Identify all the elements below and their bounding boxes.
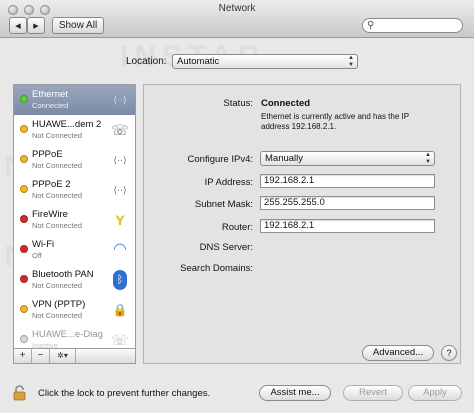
service-status: Not Connected xyxy=(32,281,83,290)
router-label: Router: xyxy=(221,222,253,233)
back-arrow-icon: ◀ xyxy=(15,23,21,30)
search-icon: ⚲ xyxy=(367,20,375,31)
service-item-vpn-pptp[interactable]: VPN (PPTP) Not Connected 🔒 xyxy=(14,295,135,325)
lock-icon[interactable] xyxy=(13,385,26,401)
service-status: Off xyxy=(32,251,42,260)
status-dot xyxy=(20,125,28,133)
service-status: Not Connected xyxy=(32,311,83,320)
service-name: VPN (PPTP) xyxy=(32,299,86,310)
service-status: Not Connected xyxy=(32,221,83,230)
location-select[interactable]: Automatic ▲ ▼ xyxy=(172,54,358,69)
status-dot xyxy=(20,245,28,253)
service-name: PPPoE xyxy=(32,149,63,160)
status-dot xyxy=(20,215,28,223)
status-label: Status: xyxy=(223,98,253,109)
dns-server-label: DNS Server: xyxy=(199,242,253,253)
detail-pane: Status: Connected Ethernet is currently … xyxy=(143,84,461,364)
configure-ipv4-select[interactable]: Manually ▲ ▼ xyxy=(260,151,435,166)
service-name: PPPoE 2 xyxy=(32,179,71,190)
service-name: Ethernet xyxy=(32,89,68,100)
search-input[interactable] xyxy=(379,20,459,32)
status-description-line2: address 192.168.2.1. xyxy=(261,122,337,131)
service-status: Not Connected xyxy=(32,131,83,140)
service-name: Bluetooth PAN xyxy=(32,269,94,280)
apply-button[interactable]: Apply xyxy=(408,385,462,401)
firewire-icon: Y xyxy=(115,212,125,228)
status-dot xyxy=(20,305,28,313)
service-item-huawei-modem-2[interactable]: HUAWE...dem 2 Not Connected ☏ xyxy=(14,115,135,145)
assist-me-button[interactable]: Assist me... xyxy=(259,385,331,401)
service-status: Connected xyxy=(32,101,69,110)
bluetooth-icon: ᛒ xyxy=(113,270,127,290)
service-item-bluetooth-pan[interactable]: Bluetooth PAN Not Connected ᛒ xyxy=(14,265,135,295)
revert-button[interactable]: Revert xyxy=(343,385,403,401)
forward-arrow-icon: ▶ xyxy=(33,23,39,30)
service-status: Not Connected xyxy=(32,191,83,200)
status-dot xyxy=(20,155,28,163)
search-domains-label: Search Domains: xyxy=(180,263,253,274)
ip-address-label: IP Address: xyxy=(204,177,253,188)
service-name: HUAWE...e-Diag xyxy=(32,329,103,340)
search-field[interactable]: ⚲ xyxy=(362,18,463,33)
phone-modem-icon: ☏ xyxy=(111,332,129,348)
select-arrows-icon: ▲ ▼ xyxy=(425,152,431,165)
configure-ipv4-value: Manually xyxy=(265,153,304,164)
remove-service-button[interactable]: − xyxy=(32,349,50,363)
show-all-button[interactable]: Show All xyxy=(52,17,104,34)
help-button[interactable]: ? xyxy=(441,345,457,361)
service-item-pppoe[interactable]: PPPoE Not Connected ⟨··⟩ xyxy=(14,145,135,175)
status-dot xyxy=(20,335,28,343)
service-item-firewire[interactable]: FireWire Not Connected Y xyxy=(14,205,135,235)
title-bar: Network ◀ ▶ Show All ⚲ xyxy=(0,0,474,38)
service-name: Wi-Fi xyxy=(32,239,55,250)
service-list[interactable]: Ethernet Connected ⟨··⟩ HUAWE...dem 2 No… xyxy=(13,84,136,349)
select-arrows-icon: ▲ ▼ xyxy=(348,55,354,68)
ethernet-arrows-icon: ⟨··⟩ xyxy=(113,185,127,195)
subnet-mask-field[interactable]: 255.255.255.0 xyxy=(260,196,435,210)
service-name: FireWire xyxy=(32,209,68,220)
wifi-icon: ◠ xyxy=(113,241,127,258)
service-status: Inactive xyxy=(32,341,58,349)
service-status: Not Connected xyxy=(32,161,83,170)
status-dot xyxy=(20,275,28,283)
router-field[interactable]: 192.168.2.1 xyxy=(260,219,435,233)
action-menu-button[interactable]: ✲▾ xyxy=(50,349,76,363)
add-service-button[interactable]: + xyxy=(14,349,32,363)
back-button[interactable]: ◀ xyxy=(9,17,27,34)
service-list-controls: + − ✲▾ xyxy=(13,349,136,364)
status-dot xyxy=(20,185,28,193)
service-item-wifi[interactable]: Wi-Fi Off ◠ xyxy=(14,235,135,265)
status-description-line1: Ethernet is currently active and has the… xyxy=(261,112,410,121)
ethernet-arrows-icon: ⟨··⟩ xyxy=(113,155,127,165)
service-name: HUAWE...dem 2 xyxy=(32,119,102,130)
service-item-ethernet[interactable]: Ethernet Connected ⟨··⟩ xyxy=(14,85,135,115)
status-dot xyxy=(20,95,28,103)
service-item-huawei-diag[interactable]: HUAWE...e-Diag Inactive ☏ xyxy=(14,325,135,349)
forward-button[interactable]: ▶ xyxy=(27,17,45,34)
ip-address-field[interactable]: 192.168.2.1 xyxy=(260,174,435,188)
configure-ipv4-label: Configure IPv4: xyxy=(187,154,253,165)
location-value: Automatic xyxy=(177,56,220,67)
advanced-button[interactable]: Advanced... xyxy=(362,345,434,361)
lock-message: Click the lock to prevent further change… xyxy=(38,388,211,399)
window-title: Network xyxy=(218,3,256,14)
service-item-pppoe-2[interactable]: PPPoE 2 Not Connected ⟨··⟩ xyxy=(14,175,135,205)
padlock-icon: 🔒 xyxy=(112,303,128,317)
ethernet-arrows-icon: ⟨··⟩ xyxy=(113,95,127,105)
subnet-mask-label: Subnet Mask: xyxy=(194,199,253,210)
status-value: Connected xyxy=(261,98,311,109)
location-label: Location: xyxy=(126,56,167,67)
phone-modem-icon: ☏ xyxy=(111,122,129,138)
